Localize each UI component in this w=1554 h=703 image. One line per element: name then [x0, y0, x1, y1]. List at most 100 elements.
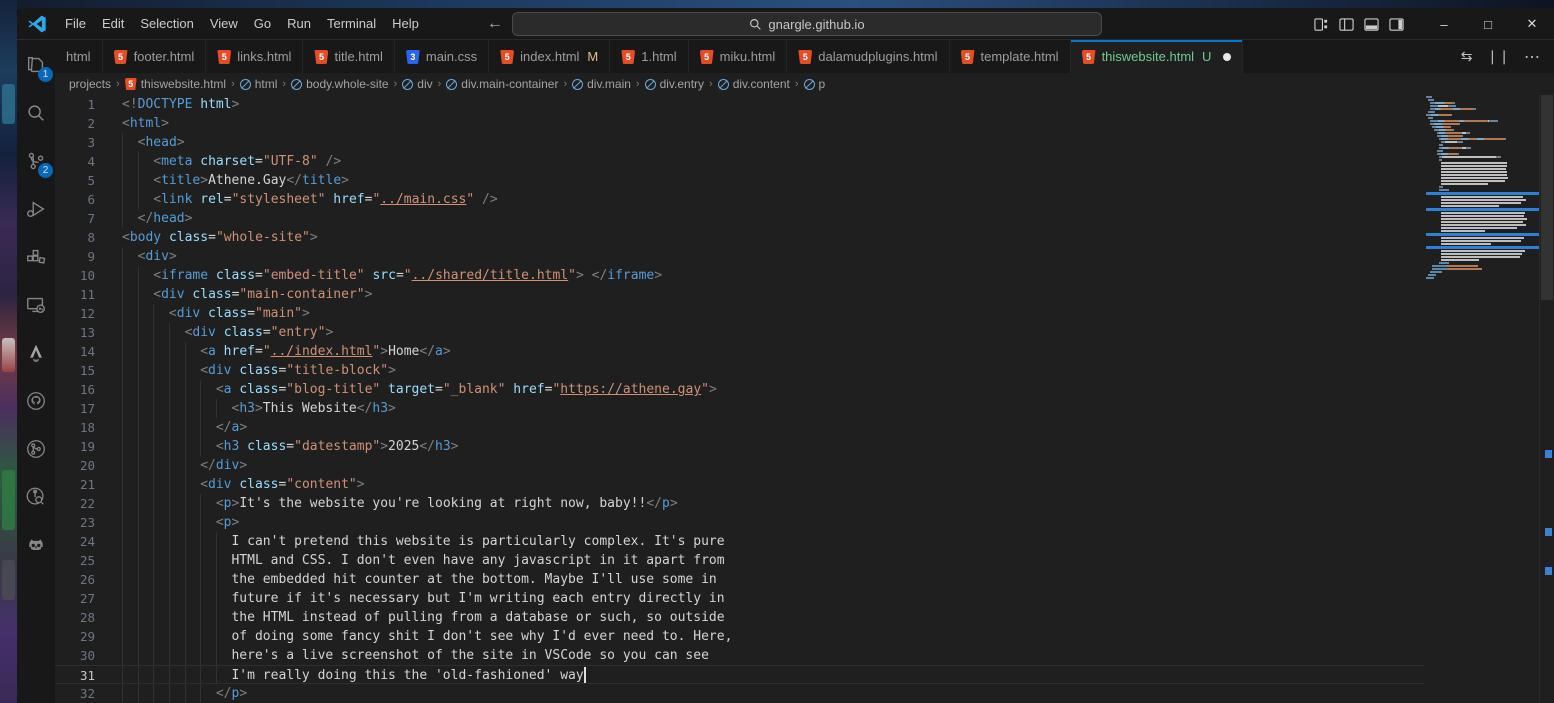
- line-content: <div class="entry">: [122, 323, 333, 342]
- breadcrumb-item[interactable]: projects: [69, 77, 111, 91]
- code-line-20[interactable]: 20</div>: [55, 456, 1424, 475]
- tab-miku-html[interactable]: 5miku.html: [689, 40, 788, 73]
- customize-layout-icon[interactable]: [1314, 17, 1329, 32]
- code-line-7[interactable]: 7</head>: [55, 209, 1424, 228]
- code-line-5[interactable]: 5<title>Athene.Gay</title>: [55, 171, 1424, 190]
- symbol-icon: [645, 79, 656, 90]
- code-line-3[interactable]: 3<head>: [55, 133, 1424, 152]
- activitybar-source-control[interactable]: 2: [20, 144, 52, 178]
- toggle-primary-sidebar-icon[interactable]: [1339, 17, 1354, 32]
- code-line-27[interactable]: 27future if it's necessary but I'm writi…: [55, 589, 1424, 608]
- menu-edit[interactable]: Edit: [94, 12, 132, 35]
- maximize-button[interactable]: □: [1466, 8, 1510, 40]
- more-actions-icon[interactable]: ⋯: [1524, 47, 1540, 67]
- code-line-21[interactable]: 21<div class="content">: [55, 475, 1424, 494]
- open-changes-icon[interactable]: ⇆: [1461, 48, 1473, 65]
- code-line-25[interactable]: 25HTML and CSS. I don't even have any ja…: [55, 551, 1424, 570]
- tab-label: title.html: [334, 49, 382, 64]
- close-button[interactable]: ✕: [1510, 8, 1554, 40]
- breadcrumb-item[interactable]: body.whole-site: [291, 77, 389, 91]
- breadcrumb-item[interactable]: div: [402, 77, 432, 91]
- menu-run[interactable]: Run: [279, 12, 319, 35]
- line-number: 26: [55, 570, 95, 589]
- split-editor-icon[interactable]: ❘❘: [1487, 48, 1510, 65]
- breadcrumb-item[interactable]: div.main: [572, 77, 631, 91]
- symbol-icon: [291, 79, 302, 90]
- menu-view[interactable]: View: [202, 12, 246, 35]
- toggle-secondary-sidebar-icon[interactable]: [1389, 17, 1404, 32]
- html-file-icon: 5: [500, 50, 514, 64]
- minimize-button[interactable]: –: [1422, 8, 1466, 40]
- activitybar-github[interactable]: [20, 384, 52, 418]
- code-line-29[interactable]: 29of doing some fancy shit I don't see w…: [55, 627, 1424, 646]
- menu-help[interactable]: Help: [384, 12, 427, 35]
- toggle-panel-icon[interactable]: [1364, 17, 1379, 32]
- code-line-15[interactable]: 15<div class="title-block">: [55, 361, 1424, 380]
- code-line-9[interactable]: 9<div>: [55, 247, 1424, 266]
- code-line-23[interactable]: 23<p>: [55, 513, 1424, 532]
- tab-1-html[interactable]: 51.html: [610, 40, 688, 73]
- command-center-search[interactable]: gnargle.github.io: [512, 12, 1102, 36]
- activitybar-run-debug[interactable]: [20, 192, 52, 226]
- scrollbar-slider[interactable]: [1541, 95, 1553, 300]
- line-number: 1: [55, 95, 95, 114]
- code-line-2[interactable]: 2<html>: [55, 114, 1424, 133]
- code-line-13[interactable]: 13<div class="entry">: [55, 323, 1424, 342]
- code-line-16[interactable]: 16<a class="blog-title" target="_blank" …: [55, 380, 1424, 399]
- activitybar-remote-explorer[interactable]: [20, 288, 52, 322]
- code-line-6[interactable]: 6<link rel="stylesheet" href="../main.cs…: [55, 190, 1424, 209]
- menu-selection[interactable]: Selection: [132, 12, 201, 35]
- breadcrumb-item[interactable]: div.content: [718, 77, 790, 91]
- activitybar-gitlens[interactable]: [20, 480, 52, 514]
- code-line-17[interactable]: 17<h3>This Website</h3>: [55, 399, 1424, 418]
- tab-links-html[interactable]: 5links.html: [206, 40, 303, 73]
- tab-thiswebsite-html[interactable]: 5thiswebsite.htmlU: [1071, 40, 1244, 73]
- menu-go[interactable]: Go: [246, 12, 279, 35]
- tab-template-html[interactable]: 5template.html: [950, 40, 1071, 73]
- nav-back-icon[interactable]: ←: [487, 15, 503, 33]
- code-line-4[interactable]: 4<meta charset="UTF-8" />: [55, 152, 1424, 171]
- activitybar-astro-extension[interactable]: [20, 336, 52, 370]
- scrollbar[interactable]: [1540, 95, 1554, 703]
- code-line-32[interactable]: 32</p>: [55, 684, 1424, 703]
- code-line-31[interactable]: 31I'm really doing this the 'old-fashion…: [55, 665, 1424, 684]
- code-line-1[interactable]: 1<!DOCTYPE html>: [55, 95, 1424, 114]
- line-number: 24: [55, 532, 95, 551]
- menu-terminal[interactable]: Terminal: [319, 12, 384, 35]
- code-line-28[interactable]: 28the HTML instead of pulling from a dat…: [55, 608, 1424, 627]
- activitybar-godot-tools[interactable]: [20, 528, 52, 562]
- breadcrumb-item[interactable]: p: [804, 77, 826, 91]
- code-line-14[interactable]: 14<a href="../index.html">Home</a>: [55, 342, 1424, 361]
- activitybar-git-graph[interactable]: [20, 432, 52, 466]
- activitybar-search[interactable]: [20, 96, 52, 130]
- tab-dalamudplugins-html[interactable]: 5dalamudplugins.html: [787, 40, 949, 73]
- tab-footer-html[interactable]: 5footer.html: [103, 40, 207, 73]
- breadcrumb-item[interactable]: html: [240, 77, 278, 91]
- tab-index-html[interactable]: 5index.htmlM: [489, 40, 610, 73]
- code-line-10[interactable]: 10<iframe class="embed-title" src="../sh…: [55, 266, 1424, 285]
- code-line-19[interactable]: 19<h3 class="datestamp">2025</h3>: [55, 437, 1424, 456]
- code-line-24[interactable]: 24I can't pretend this website is partic…: [55, 532, 1424, 551]
- code-line-26[interactable]: 26the embedded hit counter at the bottom…: [55, 570, 1424, 589]
- line-number: 16: [55, 380, 95, 399]
- tab-main-css[interactable]: 3main.css: [395, 40, 489, 73]
- code-line-22[interactable]: 22<p>It's the website you're looking at …: [55, 494, 1424, 513]
- menu-file[interactable]: File: [57, 12, 94, 35]
- breadcrumb-item[interactable]: div.main-container: [446, 77, 558, 91]
- code-line-18[interactable]: 18</a>: [55, 418, 1424, 437]
- breadcrumb-label: div.main-container: [461, 77, 558, 91]
- breadcrumb-item[interactable]: 5thiswebsite.html: [125, 77, 226, 91]
- dirty-indicator-icon[interactable]: [1223, 53, 1231, 61]
- search-value: gnargle.github.io: [768, 17, 864, 32]
- code-line-30[interactable]: 30here's a live screenshot of the site i…: [55, 646, 1424, 665]
- activitybar-extensions[interactable]: [20, 240, 52, 274]
- code-line-11[interactable]: 11<div class="main-container">: [55, 285, 1424, 304]
- breadcrumb-item[interactable]: div.entry: [645, 77, 704, 91]
- code-line-8[interactable]: 8<body class="whole-site">: [55, 228, 1424, 247]
- tab-html[interactable]: html: [55, 40, 103, 73]
- code-line-12[interactable]: 12<div class="main">: [55, 304, 1424, 323]
- minimap[interactable]: [1426, 95, 1539, 280]
- code-editor[interactable]: 1<!DOCTYPE html>2<html>3<head>4<meta cha…: [55, 95, 1554, 703]
- activitybar-explorer[interactable]: 1: [20, 48, 52, 82]
- tab-title-html[interactable]: 5title.html: [303, 40, 394, 73]
